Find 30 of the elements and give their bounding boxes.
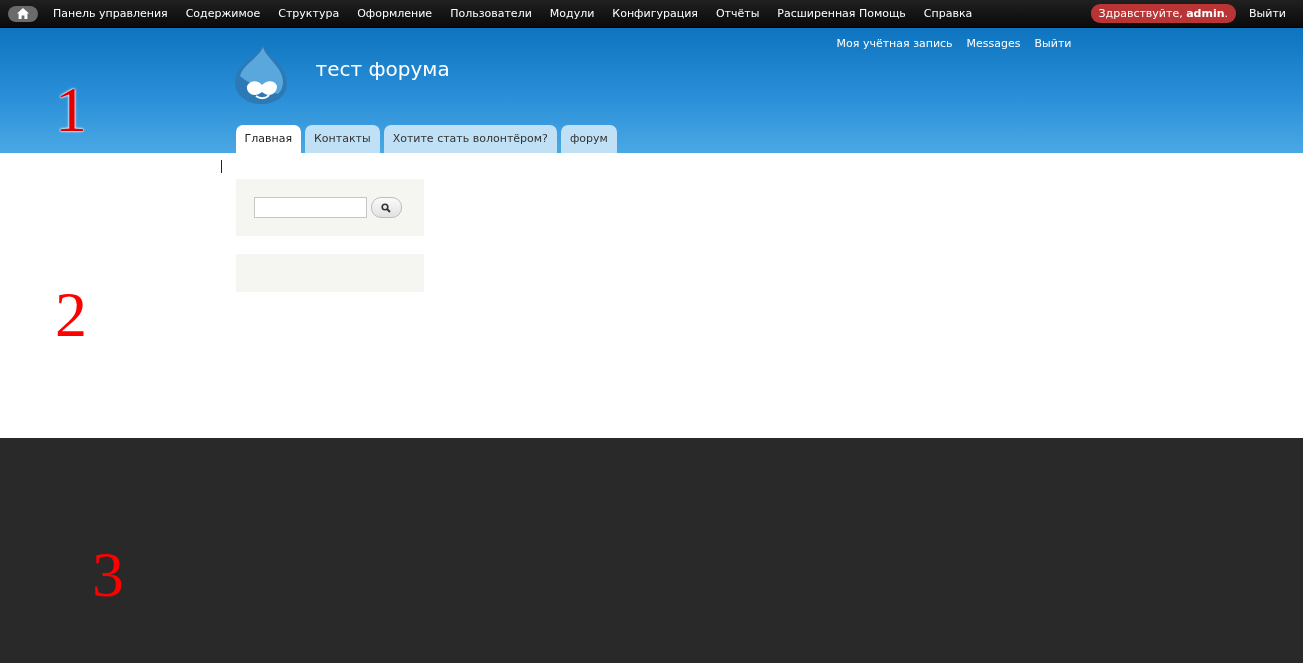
toolbar-menu-link[interactable]: Содержимое xyxy=(176,7,270,20)
annotation-number: 2 xyxy=(55,283,87,347)
toolbar-menu-link[interactable]: Модули xyxy=(540,7,604,20)
logout-link[interactable]: Выйти xyxy=(1240,7,1295,20)
toolbar-menu-link[interactable]: Оформление xyxy=(348,7,442,20)
nav-tab[interactable]: Хотите стать волонтёром? xyxy=(383,125,557,153)
toolbar-menu-link[interactable]: Расширенная Помощь xyxy=(768,7,915,20)
toolbar-menu-link[interactable]: Структура xyxy=(269,7,349,20)
annotation-number: 1 xyxy=(55,78,87,142)
nav-tab[interactable]: Главная xyxy=(235,125,301,153)
account-menu-link[interactable]: Messages xyxy=(966,37,1021,50)
toolbar-menu-link[interactable]: Конфигурация xyxy=(603,7,707,20)
toolbar-menu-link[interactable]: Панель управления xyxy=(44,7,177,20)
site-name[interactable]: тест форума xyxy=(315,57,450,81)
nav-tab[interactable]: Контакты xyxy=(305,125,380,153)
search-icon xyxy=(381,202,391,213)
account-menu-link[interactable]: Моя учётная запись xyxy=(836,37,953,50)
toolbar-menu-link[interactable]: Пользователи xyxy=(441,7,541,20)
home-icon xyxy=(17,8,29,19)
search-button[interactable] xyxy=(370,197,402,218)
search-field[interactable] xyxy=(253,197,367,218)
text-cursor xyxy=(220,160,222,173)
nav-tab[interactable]: форум xyxy=(560,125,617,153)
toolbar-menu-link[interactable]: Справка xyxy=(914,7,982,20)
greeting-link[interactable]: Здравствуйте, admin. xyxy=(1090,4,1237,23)
account-menu-link[interactable]: Выйти xyxy=(1034,37,1072,50)
drop-logo-icon[interactable] xyxy=(232,43,289,105)
toolbar-menu-link[interactable]: Отчёты xyxy=(706,7,769,20)
annotation-number: 3 xyxy=(92,543,124,607)
home-button[interactable] xyxy=(8,5,38,22)
